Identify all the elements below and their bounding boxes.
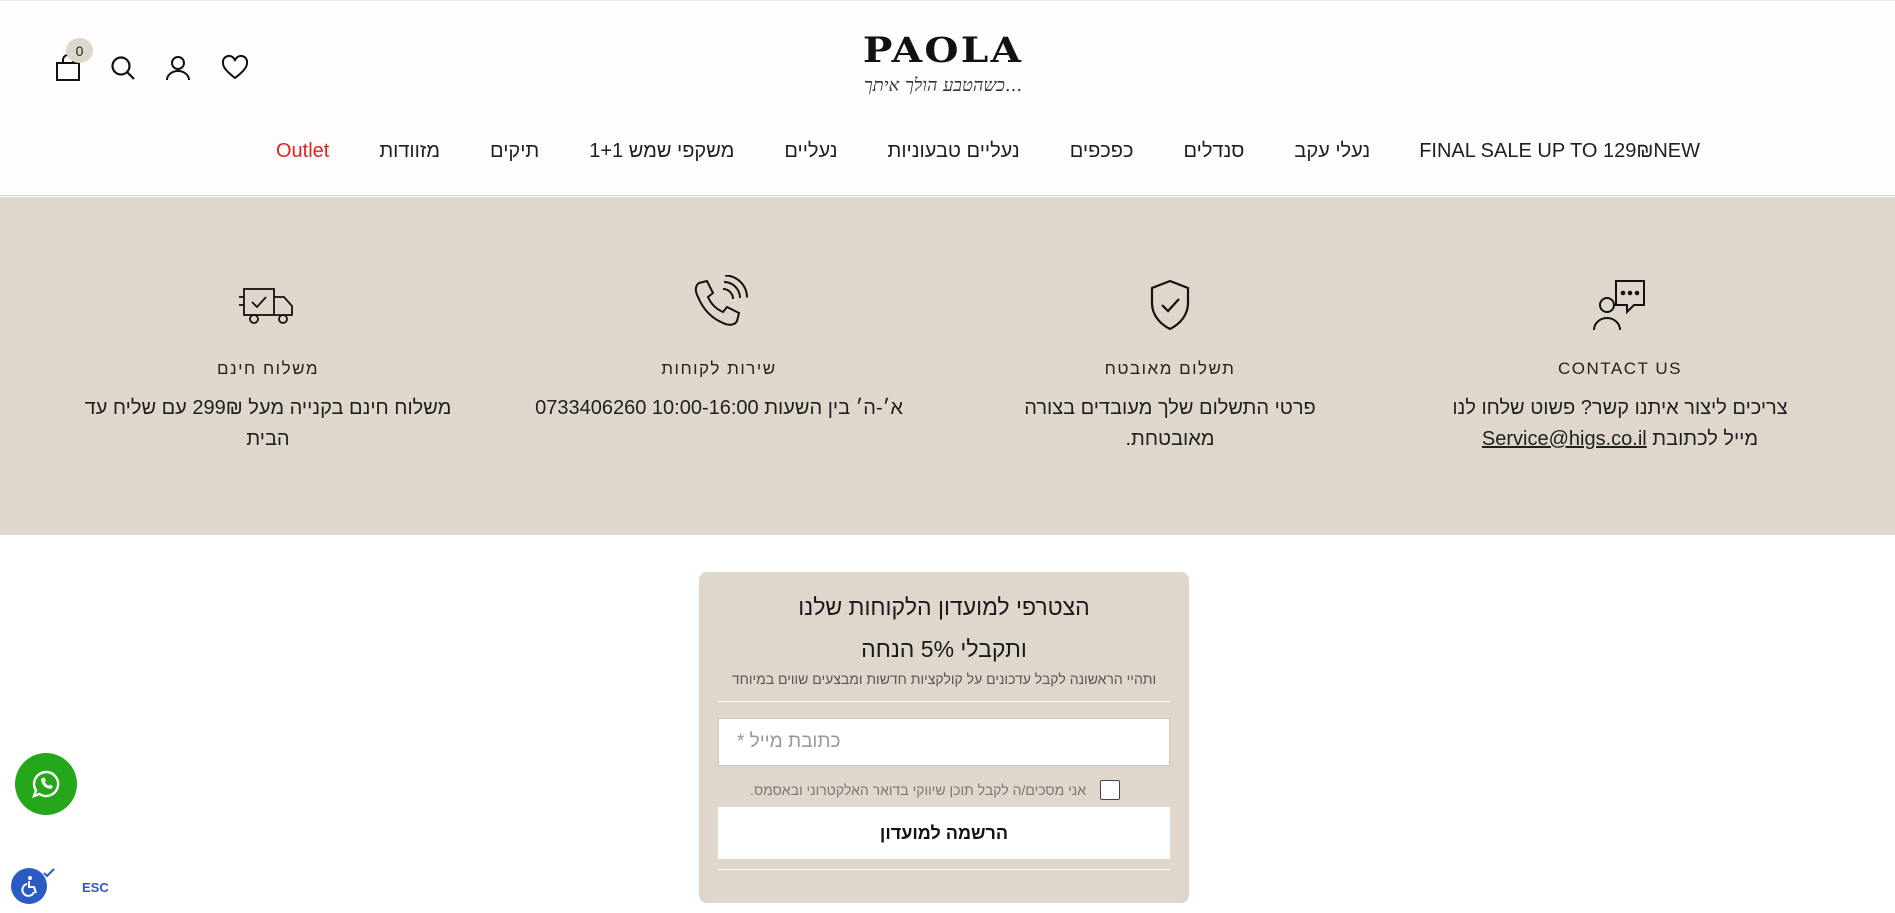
whatsapp-icon [31, 770, 60, 799]
nav-item-sandals[interactable]: סנדלים [1183, 140, 1244, 163]
whatsapp-button[interactable] [15, 753, 77, 815]
newsletter-subtitle: ותהיי הראשונה לקבל עדכונים על קולקציות ח… [731, 671, 1157, 687]
main-nav: NEW FINAL SALE UP TO 129₪ נעלי עקב סנדלי… [200, 131, 1700, 171]
cart-count-badge: 0 [66, 38, 93, 63]
newsletter-divider-bottom [718, 869, 1170, 870]
phone-icon [694, 275, 748, 326]
newsletter-title-line1: הצטרפי למועדון הלקוחות שלנו [798, 594, 1090, 620]
feature-title: CONTACT US [1558, 359, 1682, 378]
accessibility-esc-label[interactable]: ESC [82, 880, 109, 895]
wishlist-button[interactable] [215, 48, 255, 88]
feature-description: פרטי התשלום שלך מעובדים בצורה מאובטחת. [1024, 397, 1316, 450]
site-header: 0 PAOLA כשהטבע הולך איתך... NEW FINAL SA… [0, 0, 1895, 196]
feature-contact-us: CONTACT US צריכים ליצור איתנו קשר? פשוט … [1425, 197, 1815, 535]
nav-item-bags[interactable]: תיקים [490, 140, 539, 163]
newsletter-title-line2: ותקבלי 5% הנחה [861, 636, 1027, 662]
feature-title: שירות לקוחות [661, 359, 777, 378]
contact-email-link[interactable]: Service@higs.co.il [1482, 428, 1647, 450]
accessibility-check-icon [43, 868, 55, 878]
nav-item-vegan-shoes[interactable]: נעליים טבעוניות [888, 140, 1020, 163]
newsletter-email-input[interactable]: כתובת מייל * [718, 718, 1170, 766]
chat-support-icon [1593, 280, 1645, 331]
features-band: משלוח חינם משלוח חינם בקנייה מעל 299₪ עם… [0, 197, 1895, 535]
newsletter-submit-button[interactable]: הרשמה למועדון [718, 807, 1170, 859]
newsletter-consent-row: אני מסכים/ה לקבל תוכן שיווקי בדואר האלקט… [718, 775, 1170, 805]
accessibility-button[interactable] [11, 868, 47, 904]
logo-tagline: כשהטבע הולך איתך... [863, 75, 1023, 96]
feature-title: משלוח חינם [216, 359, 319, 378]
newsletter-divider-top [718, 701, 1170, 702]
heart-icon [221, 54, 249, 80]
logo-wordmark: PAOLA [862, 30, 1024, 71]
user-icon [166, 56, 190, 81]
account-button[interactable] [158, 48, 198, 88]
nav-item-sunglasses[interactable]: משקפי שמש 1+1 [589, 140, 734, 163]
nav-item-final-sale[interactable]: FINAL SALE UP TO 129₪ [1419, 140, 1653, 163]
accessibility-icon [21, 876, 37, 897]
paola-logo[interactable]: PAOLA כשהטבע הולך איתך... [832, 31, 1054, 107]
shield-check-icon [1150, 279, 1190, 331]
nav-item-outlet[interactable]: Outlet [276, 140, 329, 163]
nav-item-luggage[interactable]: מזוודות [379, 140, 440, 163]
search-button[interactable] [103, 48, 143, 88]
feature-title: תשלום מאובטח [1104, 359, 1236, 378]
feature-free-shipping: משלוח חינם משלוח חינם בקנייה מעל 299₪ עם… [73, 197, 463, 535]
newsletter-signup: הצטרפי למועדון הלקוחות שלנו ותקבלי 5% הנ… [699, 572, 1189, 903]
nav-item-heels[interactable]: נעלי עקב [1294, 140, 1370, 163]
delivery-truck-icon [239, 288, 293, 324]
newsletter-consent-label: אני מסכים/ה לקבל תוכן שיווקי בדואר האלקט… [750, 782, 1086, 798]
feature-description: צריכים ליצור איתנו קשר? פשוט שלחו לנו מי… [1435, 393, 1805, 455]
search-icon [111, 56, 135, 80]
nav-item-flip-flops[interactable]: כפכפים [1070, 140, 1134, 163]
feature-secure-payment: תשלום מאובטח פרטי התשלום שלך מעובדים בצו… [975, 197, 1365, 535]
nav-item-shoes[interactable]: נעליים [784, 140, 837, 163]
feature-customer-service: שירות לקוחות א׳-ה׳ בין השעות 10:00-16:00… [524, 197, 914, 535]
nav-item-new[interactable]: NEW [1653, 140, 1700, 163]
feature-description: משלוח חינם בקנייה מעל 299₪ עם שליח עד הב… [84, 397, 452, 450]
feature-description: א׳-ה׳ בין השעות 10:00-16:00 0733406260 [535, 397, 903, 419]
newsletter-consent-checkbox[interactable] [1100, 780, 1120, 800]
